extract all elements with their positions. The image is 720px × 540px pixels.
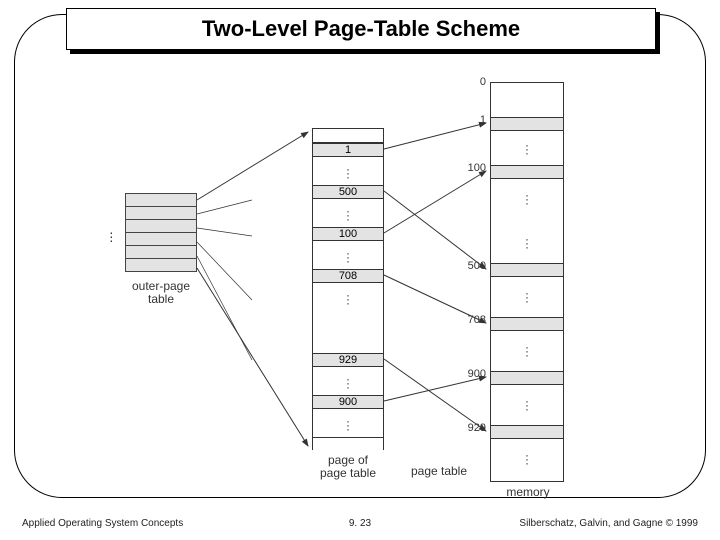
footer-right: Silberschatz, Galvin, and Gagne © 1999 (519, 518, 698, 529)
ellipsis-icon: ··· (525, 291, 529, 303)
ellipsis-icon: ··· (525, 399, 529, 411)
page-of-page-table: 1 ··· 500 ··· 100 ··· 708 ··· 929 ··· 90… (312, 128, 384, 450)
page-of-page-table-caption: page of page table (318, 454, 378, 480)
ellipsis-icon: ··· (525, 237, 529, 249)
footer: Applied Operating System Concepts 9. 23 … (0, 512, 720, 536)
ellipsis-icon: ··· (525, 143, 529, 155)
page-table-group-caption: page table (404, 465, 474, 478)
mid-entry: 929 (313, 353, 383, 367)
outer-row (125, 258, 197, 272)
mid-entry-value: 900 (339, 396, 357, 408)
memory-addr-label: 1 (460, 114, 486, 126)
mid-row (313, 129, 383, 143)
ellipsis-icon: ··· (346, 293, 350, 305)
mem-frame (491, 317, 563, 331)
mem-frame (491, 371, 563, 385)
mid-entry-value: 708 (339, 270, 357, 282)
mid-entry: 900 (313, 395, 383, 409)
ellipsis-icon: ··· (346, 251, 350, 263)
mid-entry-value: 500 (339, 186, 357, 198)
mid-entry-value: 929 (339, 354, 357, 366)
mem-frame (491, 165, 563, 179)
mid-entry: 500 (313, 185, 383, 199)
ellipsis-icon: ··· (346, 209, 350, 221)
mem-frame (491, 263, 563, 277)
outer-row (125, 206, 197, 220)
mid-row (313, 437, 383, 451)
ellipsis-icon: ··· (346, 167, 350, 179)
mid-entry-value: 1 (345, 144, 351, 156)
mid-entry: 100 (313, 227, 383, 241)
outer-page-table-caption: outer-page table (128, 280, 194, 306)
outer-row (125, 193, 197, 207)
outer-row (125, 232, 197, 246)
outer-row (125, 219, 197, 233)
slide-title: Two-Level Page-Table Scheme (202, 16, 520, 42)
memory-addr-label: 929 (460, 422, 486, 434)
memory-caption: memory (498, 486, 558, 499)
ellipsis-icon: ··· (346, 377, 350, 389)
mid-entry-value: 100 (339, 228, 357, 240)
mem-frame (491, 117, 563, 131)
outer-row (125, 245, 197, 259)
ellipsis-icon: ··· (525, 453, 529, 465)
slide-title-box: Two-Level Page-Table Scheme (66, 8, 656, 50)
memory-addr-label: 500 (460, 260, 486, 272)
mid-entry: 708 (313, 269, 383, 283)
memory-column: ··· ··· ··· ··· ··· ··· ··· (490, 82, 564, 482)
ellipsis-icon: ··· (346, 419, 350, 431)
ellipsis-icon: ··· (525, 345, 529, 357)
outer-page-table (125, 194, 197, 272)
ellipsis-icon: ··· (525, 193, 529, 205)
memory-top-label: 0 (468, 76, 486, 88)
mem-frame (491, 425, 563, 439)
memory-addr-label: 900 (460, 368, 486, 380)
ellipsis-icon: ··· (109, 230, 114, 242)
memory-addr-label: 708 (460, 314, 486, 326)
mid-entry: 1 (313, 143, 383, 157)
memory-addr-label: 100 (460, 162, 486, 174)
